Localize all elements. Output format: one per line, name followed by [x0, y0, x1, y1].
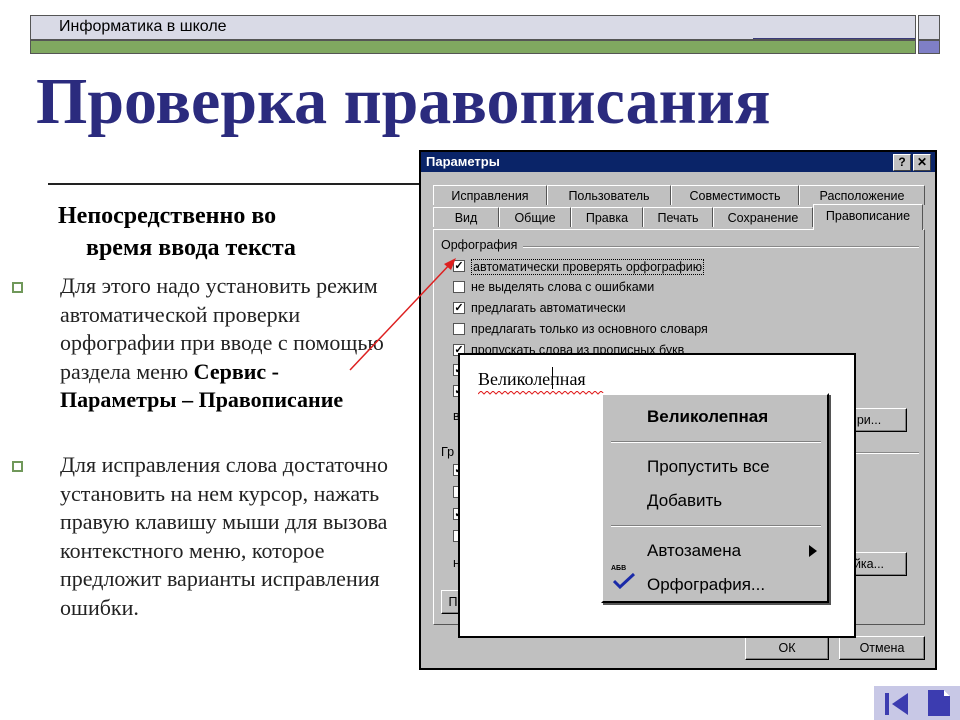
close-button[interactable]: ✕ [913, 154, 931, 171]
spellcheck-icon: АБВ [611, 565, 639, 591]
add-menu-item[interactable]: Добавить [647, 491, 722, 511]
tab-save[interactable]: Сохранение [713, 207, 813, 227]
page-title: Проверка правописания [36, 65, 771, 138]
misspelled-word[interactable]: Великолепная [478, 369, 586, 390]
menu-separator [611, 441, 821, 443]
option-label: не выделять слова с ошибками [471, 280, 655, 294]
bullet-marker-icon [12, 282, 23, 293]
spelling-error-underline [478, 391, 604, 395]
bullet-2-text: Для исправления слова достаточно установ… [60, 452, 388, 620]
tab-location[interactable]: Расположение [799, 185, 925, 205]
checkbox-checked[interactable]: ✓ [453, 260, 465, 272]
option-label: автоматически проверять орфографию [471, 259, 705, 275]
tab-print[interactable]: Печать [643, 207, 713, 227]
tab-compatibility[interactable]: Совместимость [671, 185, 799, 205]
help-button[interactable]: ? [893, 154, 911, 171]
spelling-group-label: Орфография [441, 238, 518, 252]
tab-edit[interactable]: Правка [571, 207, 643, 227]
checkbox-unchecked[interactable] [453, 323, 465, 335]
subtitle-line-1: Непосредственно во [58, 203, 277, 229]
menu-separator [611, 525, 821, 527]
tab-spelling[interactable]: Правописание [813, 204, 923, 230]
bullet-paragraph-1: Для этого надо установить режим автомати… [60, 272, 400, 415]
cancel-button[interactable]: Отмена [839, 636, 925, 660]
option-label: предлагать автоматически [471, 301, 626, 315]
accent-bar [30, 40, 916, 54]
context-menu: Великолепная Пропустить все Добавить Авт… [601, 393, 829, 603]
tab-general[interactable]: Общие [499, 207, 571, 227]
header-corner [918, 15, 940, 40]
dialog-titlebar: Параметры ? ✕ [421, 152, 935, 172]
document-icon[interactable] [922, 688, 956, 718]
dialog-title: Параметры [426, 154, 500, 169]
text-cursor [552, 367, 553, 389]
slide-navigation [874, 686, 960, 720]
ok-button[interactable]: ОК [745, 636, 829, 660]
title-divider [48, 183, 420, 185]
bullet-paragraph-2: Для исправления слова достаточно установ… [60, 451, 400, 622]
skip-all-menu-item[interactable]: Пропустить все [647, 457, 770, 477]
bullet-marker-icon [12, 461, 23, 472]
checkbox-checked[interactable]: ✓ [453, 302, 465, 314]
header-underline [753, 38, 915, 39]
subtitle-line-2: время ввода текста [86, 235, 296, 261]
spellcheck-icon-text: АБВ [611, 565, 627, 572]
spelling-menu-item[interactable]: Орфография... [647, 575, 765, 595]
tab-user[interactable]: Пользователь [547, 185, 671, 205]
grammar-group-label: Гр [441, 445, 455, 459]
suggestion-menu-item[interactable]: Великолепная [647, 407, 768, 427]
option-label: предлагать только из основного словаря [471, 322, 708, 336]
checkbox-unchecked[interactable] [453, 281, 465, 293]
header-text: Информатика в школе [59, 18, 227, 35]
accent-corner [918, 40, 940, 54]
submenu-arrow-icon [809, 545, 817, 557]
header-band: Информатика в школе [30, 15, 916, 40]
group-divider [523, 246, 919, 248]
first-page-icon[interactable] [878, 688, 914, 718]
autocorrect-menu-item[interactable]: Автозамена [647, 541, 741, 561]
tab-corrections[interactable]: Исправления [433, 185, 547, 205]
tab-view[interactable]: Вид [433, 207, 499, 227]
